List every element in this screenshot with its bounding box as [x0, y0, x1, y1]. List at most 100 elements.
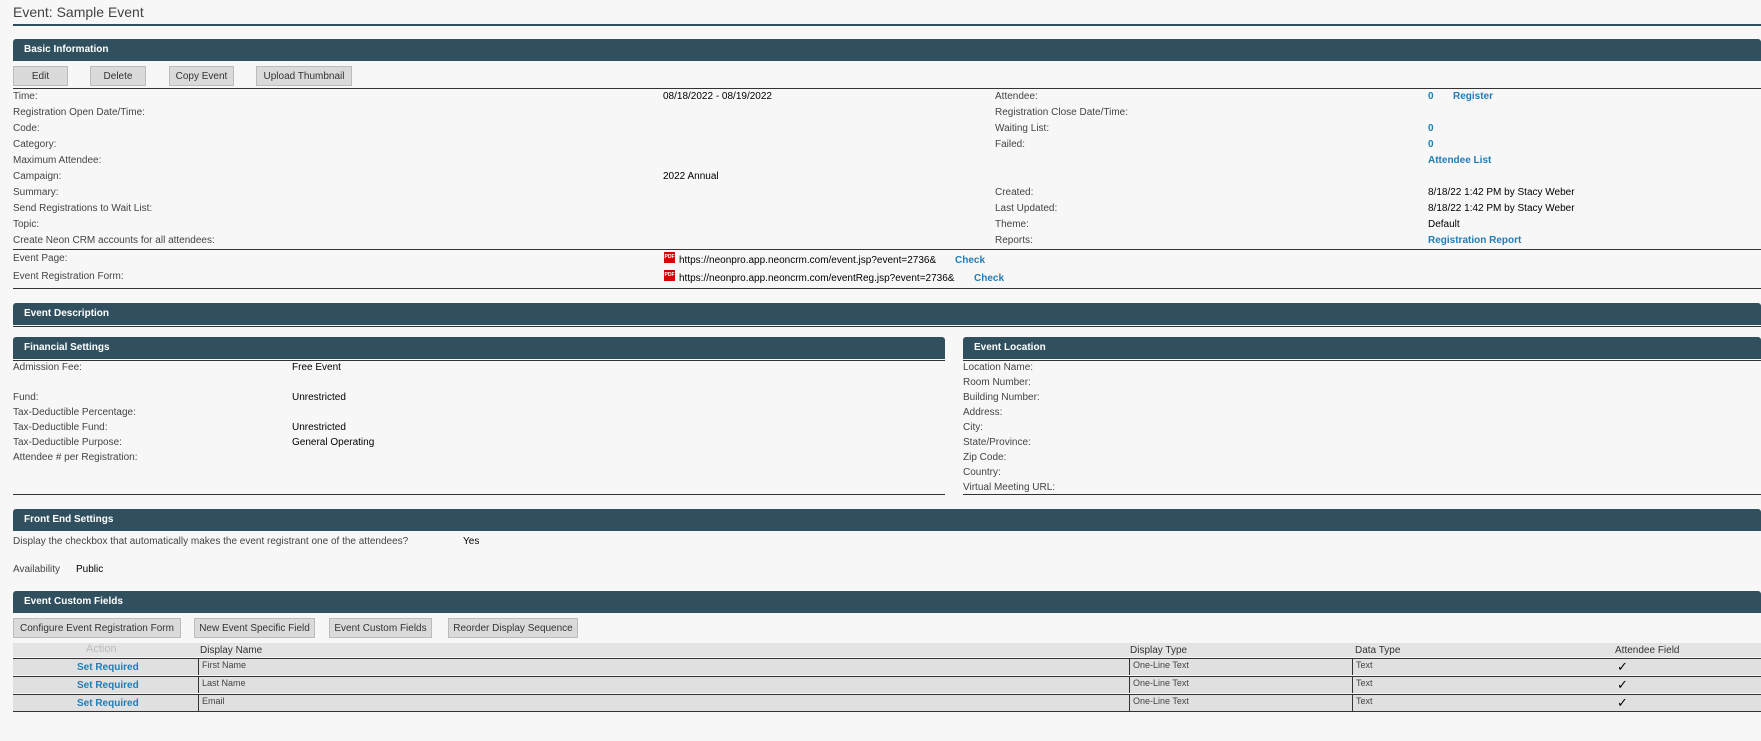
- display-name-cell: Last Name: [198, 677, 1144, 693]
- check-icon: ✓: [1617, 659, 1628, 674]
- table-row: Set Required First Name One-Line Text Te…: [13, 658, 1761, 675]
- topic-label: Topic:: [13, 219, 40, 230]
- financial-settings-header: Financial Settings: [13, 337, 945, 359]
- table-row: Set Required Last Name One-Line Text Tex…: [13, 676, 1761, 693]
- fund-label: Fund:: [13, 392, 39, 403]
- display-type-cell: One-Line Text: [1129, 677, 1354, 693]
- attendee-list-link[interactable]: Attendee List: [1428, 155, 1491, 166]
- campaign-value: 2022 Annual: [663, 171, 719, 182]
- state-label: State/Province:: [963, 437, 1031, 448]
- event-page-label: Event Page:: [13, 253, 68, 264]
- edit-button[interactable]: Edit: [13, 66, 68, 86]
- display-name-cell: First Name: [198, 659, 1144, 675]
- reg-close-label: Registration Close Date/Time:: [995, 107, 1129, 118]
- divider: [963, 494, 1761, 495]
- set-required-link[interactable]: Set Required: [77, 680, 139, 691]
- max-attendee-label: Maximum Attendee:: [13, 155, 102, 166]
- set-required-link[interactable]: Set Required: [77, 662, 139, 673]
- check-icon: ✓: [1617, 677, 1628, 692]
- tax-pct-label: Tax-Deductible Percentage:: [13, 407, 136, 418]
- room-number-label: Room Number:: [963, 377, 1031, 388]
- divider: [13, 288, 1761, 289]
- display-type-cell: One-Line Text: [1129, 659, 1354, 675]
- copy-event-button[interactable]: Copy Event: [169, 66, 234, 86]
- per-registration-label: Attendee # per Registration:: [13, 452, 138, 463]
- table-row: Set Required Email One-Line Text Text ✓: [13, 694, 1761, 712]
- reports-label: Reports:: [995, 235, 1033, 246]
- waiting-count-link[interactable]: 0: [1428, 123, 1434, 134]
- new-field-button[interactable]: New Event Specific Field: [194, 618, 315, 638]
- waiting-list-label: Waiting List:: [995, 123, 1050, 134]
- checkbox-question-label: Display the checkbox that automatically …: [13, 536, 409, 547]
- event-reg-url: https://neonpro.app.neoncrm.com/eventReg…: [679, 273, 955, 284]
- data-type-cell: Text: [1352, 677, 1614, 693]
- upload-thumbnail-button[interactable]: Upload Thumbnail: [256, 66, 352, 86]
- registration-report-link[interactable]: Registration Report: [1428, 235, 1521, 246]
- event-location-header: Event Location: [963, 337, 1761, 359]
- theme-label: Theme:: [995, 219, 1029, 230]
- create-accounts-label: Create Neon CRM accounts for all attende…: [13, 235, 215, 246]
- tax-fund-label: Tax-Deductible Fund:: [13, 422, 108, 433]
- tax-fund-value: Unrestricted: [292, 422, 346, 433]
- building-number-label: Building Number:: [963, 392, 1040, 403]
- theme-value: Default: [1428, 219, 1460, 230]
- admission-fee-label: Admission Fee:: [13, 362, 82, 373]
- divider: [13, 494, 945, 495]
- code-label: Code:: [13, 123, 40, 134]
- divider: [963, 360, 1761, 361]
- send-wait-label: Send Registrations to Wait List:: [13, 203, 153, 214]
- admission-fee-value: Free Event: [292, 362, 341, 373]
- created-value: 8/18/22 1:42 PM by Stacy Weber: [1428, 187, 1575, 198]
- location-name-label: Location Name:: [963, 362, 1034, 373]
- basic-info-header: Basic Information: [13, 39, 1761, 61]
- event-custom-fields-button[interactable]: Event Custom Fields: [329, 618, 432, 638]
- category-label: Category:: [13, 139, 57, 150]
- created-label: Created:: [995, 187, 1034, 198]
- country-label: Country:: [963, 467, 1001, 478]
- fund-value: Unrestricted: [292, 392, 346, 403]
- register-link[interactable]: Register: [1453, 91, 1493, 102]
- availability-value: Public: [76, 564, 104, 575]
- last-updated-value: 8/18/22 1:42 PM by Stacy Weber: [1428, 203, 1575, 214]
- delete-button[interactable]: Delete: [90, 66, 146, 86]
- pdf-icon: PDF: [664, 252, 675, 263]
- set-required-link[interactable]: Set Required: [77, 698, 139, 709]
- reorder-sequence-button[interactable]: Reorder Display Sequence: [448, 618, 578, 638]
- configure-reg-form-button[interactable]: Configure Event Registration Form: [13, 618, 181, 638]
- zip-label: Zip Code:: [963, 452, 1007, 463]
- campaign-label: Campaign:: [13, 171, 62, 182]
- data-type-cell: Text: [1352, 659, 1614, 675]
- time-value: 08/18/2022 - 08/19/2022: [663, 91, 772, 102]
- divider: [13, 249, 1761, 250]
- failed-count-link[interactable]: 0: [1428, 139, 1434, 150]
- virtual-url-label: Virtual Meeting URL:: [963, 482, 1056, 493]
- event-page-url: https://neonpro.app.neoncrm.com/event.js…: [679, 255, 937, 266]
- pdf-icon: PDF: [664, 270, 675, 281]
- last-updated-label: Last Updated:: [995, 203, 1058, 214]
- table-header: Action Display Name Display Type Data Ty…: [13, 643, 1761, 657]
- tax-purpose-label: Tax-Deductible Purpose:: [13, 437, 122, 448]
- custom-fields-header: Event Custom Fields: [13, 591, 1761, 613]
- column-header-data-type: Data Type: [1355, 645, 1401, 656]
- data-type-cell: Text: [1352, 695, 1614, 711]
- column-header-display-name: Display Name: [200, 645, 263, 656]
- event-reg-form-label: Event Registration Form:: [13, 271, 124, 282]
- reg-open-label: Registration Open Date/Time:: [13, 107, 145, 118]
- event-reg-check-link[interactable]: Check: [974, 273, 1004, 284]
- attendee-count-link[interactable]: 0: [1428, 91, 1434, 102]
- failed-label: Failed:: [995, 139, 1026, 150]
- attendee-label: Attendee:: [995, 91, 1038, 102]
- event-description-header: Event Description: [13, 303, 1761, 325]
- checkbox-answer-value: Yes: [463, 536, 480, 547]
- divider: [13, 360, 945, 361]
- column-header-action: Action: [86, 643, 117, 655]
- divider: [13, 326, 1761, 327]
- display-name-cell: Email: [198, 695, 1144, 711]
- event-page-check-link[interactable]: Check: [955, 255, 985, 266]
- divider: [13, 88, 1761, 89]
- page-title: Event: Sample Event: [13, 4, 1761, 26]
- availability-label: Availability: [13, 564, 61, 575]
- column-header-display-type: Display Type: [1130, 645, 1188, 656]
- front-end-settings-header: Front End Settings: [13, 509, 1761, 531]
- summary-label: Summary:: [13, 187, 59, 198]
